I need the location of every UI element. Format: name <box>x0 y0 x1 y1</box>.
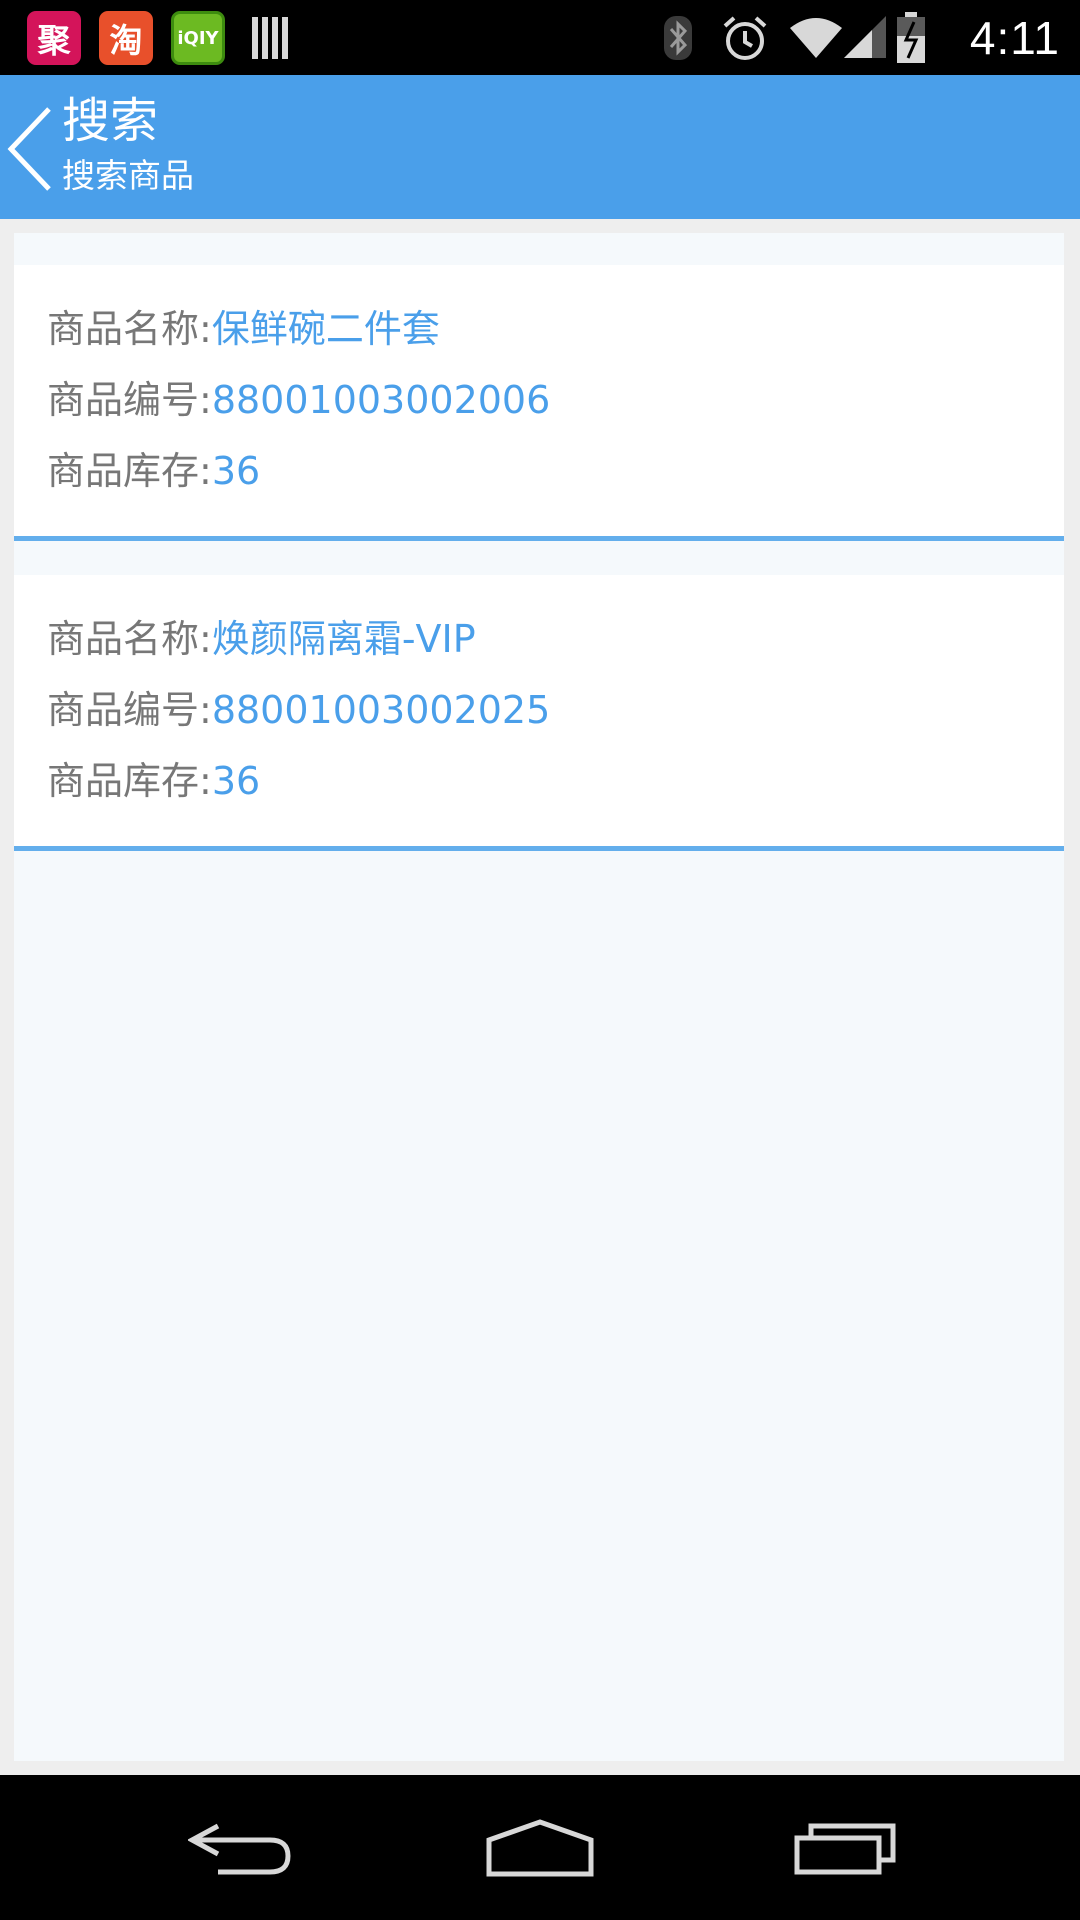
nav-recent-apps-button[interactable] <box>755 1775 935 1920</box>
product-code-row: 商品编号:88001003002025 <box>47 680 550 740</box>
product-stock-value: 36 <box>211 449 261 493</box>
product-name-value: 保鲜碗二件套 <box>211 307 440 351</box>
product-stock-value: 36 <box>211 759 261 803</box>
barcode-app-icon <box>248 11 292 65</box>
up-navigation-button[interactable]: 搜索 搜索商品 <box>0 75 230 219</box>
chevron-left-icon <box>7 107 51 191</box>
product-name-label: 商品名称: <box>47 617 212 661</box>
product-name-label: 商品名称: <box>47 307 212 351</box>
search-results-list[interactable]: 商品名称:保鲜碗二件套 商品编号:88001003002006 商品库存:36 … <box>14 233 1064 1761</box>
page-title: 搜索 <box>62 93 159 149</box>
bluetooth-icon <box>664 16 692 60</box>
clock: 4:11 <box>969 12 1060 64</box>
product-stock-row: 商品库存:36 <box>47 441 260 501</box>
wifi-icon <box>790 18 842 58</box>
product-code-row: 商品编号:88001003002006 <box>47 370 550 430</box>
result-item[interactable]: 商品名称:焕颜隔离霜-VIP 商品编号:88001003002025 商品库存:… <box>14 575 1064 851</box>
action-bar: 搜索 搜索商品 <box>0 75 1080 219</box>
product-code-value: 88001003002025 <box>211 688 551 732</box>
product-name-row: 商品名称:焕颜隔离霜-VIP <box>47 609 476 669</box>
status-icons: 4:11 <box>660 0 1080 75</box>
product-stock-row: 商品库存:36 <box>47 751 260 811</box>
nav-home-button[interactable] <box>450 1775 630 1920</box>
result-item[interactable]: 商品名称:保鲜碗二件套 商品编号:88001003002006 商品库存:36 <box>14 265 1064 541</box>
product-name-value: 焕颜隔离霜-VIP <box>211 617 476 661</box>
back-icon <box>188 1823 291 1874</box>
page-subtitle: 搜索商品 <box>62 156 194 195</box>
taobao-app-icon: 淘 <box>99 11 153 65</box>
alarm-icon <box>723 16 767 60</box>
product-code-label: 商品编号: <box>47 378 212 422</box>
product-stock-label: 商品库存: <box>47 759 212 803</box>
product-stock-label: 商品库存: <box>47 449 212 493</box>
product-code-value: 88001003002006 <box>211 378 551 422</box>
recent-apps-icon <box>794 1823 896 1874</box>
iqiyi-app-icon: iQIY <box>171 11 225 65</box>
product-code-label: 商品编号: <box>47 688 212 732</box>
home-icon <box>486 1818 594 1876</box>
status-bar: 聚 淘 iQIY 4:11 <box>0 0 1080 75</box>
navigation-bar <box>0 1775 1080 1920</box>
battery-icon <box>897 12 925 63</box>
ju-app-icon: 聚 <box>27 11 81 65</box>
nav-back-button[interactable] <box>150 1775 330 1920</box>
signal-icon <box>844 16 886 58</box>
product-name-row: 商品名称:保鲜碗二件套 <box>47 299 440 359</box>
